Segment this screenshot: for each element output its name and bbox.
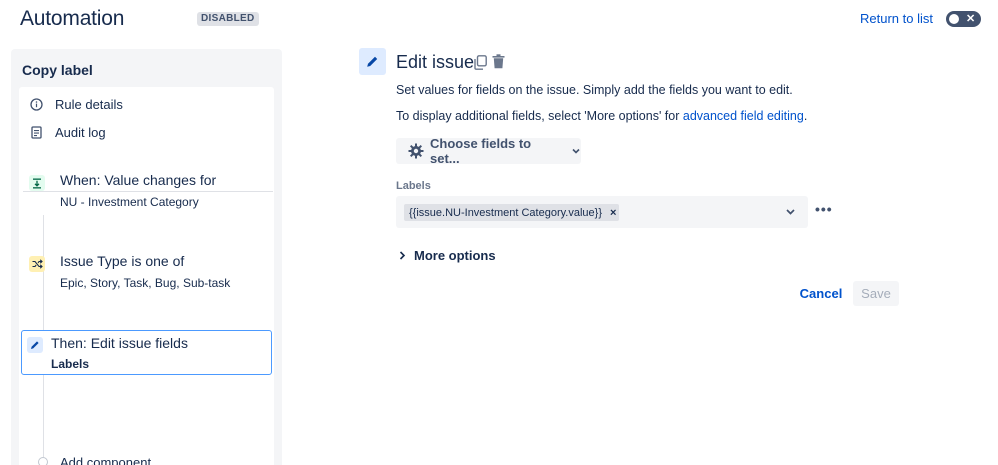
rule-name: Copy label <box>22 62 93 78</box>
pencil-icon <box>359 48 386 75</box>
trash-icon[interactable] <box>492 54 506 69</box>
rule-components-panel: Rule details Audit log When: Value chang… <box>19 87 274 465</box>
step-subtitle: Epic, Story, Task, Bug, Sub-task <box>60 276 231 290</box>
more-info-prefix: To display additional fields, select 'Mo… <box>396 109 683 123</box>
close-icon: ✕ <box>966 13 976 25</box>
info-icon <box>29 97 43 111</box>
rule-enable-toggle[interactable]: ✕ <box>946 11 981 27</box>
nav-label: Rule details <box>55 96 123 112</box>
chevron-right-icon <box>398 251 406 260</box>
more-info-text: To display additional fields, select 'Mo… <box>396 109 807 123</box>
add-component-dot <box>38 457 48 465</box>
step-subtitle: Labels <box>51 357 90 371</box>
return-to-list-link[interactable]: Return to list <box>860 11 933 26</box>
choose-fields-label: Choose fields to set... <box>430 136 532 166</box>
condition-icon <box>29 256 45 272</box>
component-title: Edit issue <box>396 52 475 72</box>
step-title: Issue Type is one of <box>60 253 185 269</box>
remove-tag-button[interactable]: × <box>610 207 616 219</box>
chevron-down-icon <box>571 146 581 156</box>
trigger-icon <box>29 175 45 191</box>
more-info-suffix: . <box>803 109 808 123</box>
rule-sidebar: Copy label Rule details Audit log When: … <box>11 49 282 465</box>
chevron-down-icon[interactable] <box>785 206 796 217</box>
gear-icon <box>408 143 424 159</box>
add-component-button[interactable]: Add component <box>60 455 151 465</box>
nav-audit-log[interactable]: Audit log <box>29 123 106 141</box>
tag-value: {{issue.NU-Investment Category.value}} <box>409 206 603 219</box>
nav-rule-details[interactable]: Rule details <box>29 95 123 113</box>
pencil-icon <box>27 337 43 353</box>
step-subtitle: NU - Investment Category <box>60 195 199 209</box>
trigger-step[interactable]: When: Value changes for NU - Investment … <box>23 172 273 212</box>
component-description: Set values for fields on the issue. Simp… <box>396 83 793 97</box>
field-label: Labels <box>396 180 431 192</box>
nav-label: Audit log <box>55 124 106 140</box>
toggle-knob <box>949 14 959 24</box>
document-icon <box>29 125 43 139</box>
step-title: When: Value changes for <box>60 172 217 188</box>
labels-select[interactable]: {{issue.NU-Investment Category.value}} × <box>396 196 808 228</box>
label-tag: {{issue.NU-Investment Category.value}} × <box>404 204 620 221</box>
page-title: Automation <box>20 7 125 30</box>
status-badge: DISABLED <box>197 12 259 26</box>
more-options-toggle[interactable]: More options <box>398 248 496 263</box>
more-options-label: More options <box>414 248 496 263</box>
step-title: Then: Edit issue fields <box>51 335 188 351</box>
save-button[interactable]: Save <box>853 281 899 306</box>
action-step[interactable]: Then: Edit issue fields Labels <box>21 330 272 375</box>
choose-fields-button[interactable]: Choose fields to set... <box>396 136 581 166</box>
advanced-field-editing-link[interactable]: advanced field editing <box>683 109 804 123</box>
more-actions-button[interactable]: ••• <box>815 201 833 217</box>
copy-icon[interactable] <box>474 55 488 70</box>
condition-step[interactable]: Issue Type is one of Epic, Story, Task, … <box>23 253 273 293</box>
cancel-button[interactable]: Cancel <box>796 281 846 306</box>
